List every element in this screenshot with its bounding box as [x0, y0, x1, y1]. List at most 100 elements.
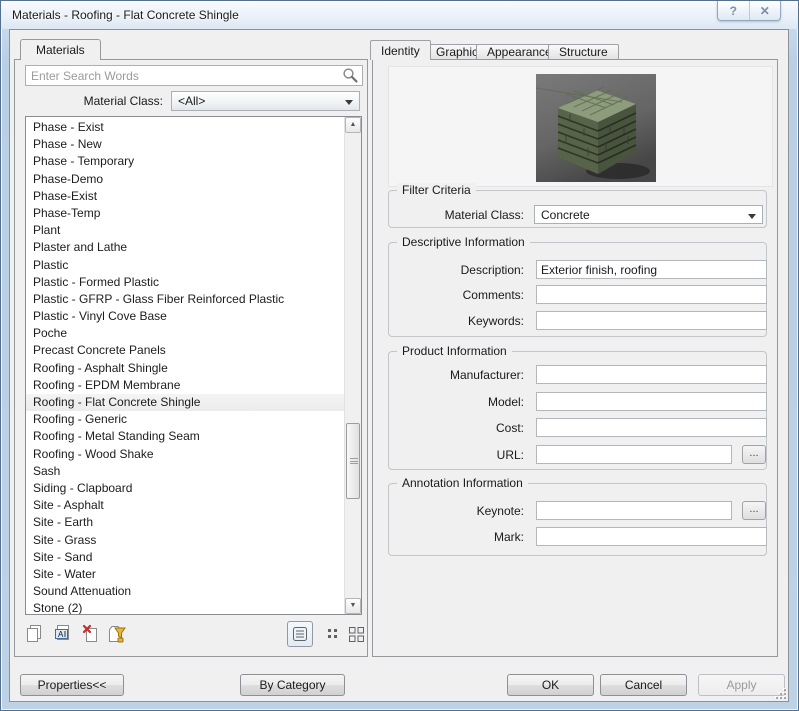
large-icons-icon: [348, 626, 364, 642]
list-item[interactable]: Phase - Temporary: [26, 153, 344, 170]
material-class-value: <All>: [178, 94, 206, 108]
svg-text:A: A: [58, 630, 64, 639]
material-class-select[interactable]: Concrete: [534, 205, 763, 224]
list-scrollbar[interactable]: ▲ ▼: [344, 117, 361, 614]
scrollbar-thumb[interactable]: [346, 423, 360, 499]
list-item[interactable]: Phase - Exist: [26, 119, 344, 136]
ok-button[interactable]: OK: [507, 674, 594, 696]
tab-structure[interactable]: Structure: [548, 44, 619, 60]
search-box: [25, 65, 363, 86]
list-item[interactable]: Sash: [26, 463, 344, 480]
list-item[interactable]: Site - Sand: [26, 549, 344, 566]
search-input[interactable]: [25, 65, 363, 86]
tab-materials[interactable]: Materials: [20, 39, 101, 60]
keywords-field[interactable]: [536, 311, 767, 330]
list-item[interactable]: Roofing - Metal Standing Seam: [26, 428, 344, 445]
list-item[interactable]: Plastic - Vinyl Cove Base: [26, 308, 344, 325]
list-item[interactable]: Site - Asphalt: [26, 497, 344, 514]
list-item[interactable]: Site - Grass: [26, 532, 344, 549]
filter-criteria-group: Filter Criteria Material Class: Concrete: [388, 183, 767, 228]
keynote-label: Keynote:: [476, 504, 524, 518]
list-item[interactable]: Roofing - Generic: [26, 411, 344, 428]
descriptive-information-title: Descriptive Information: [397, 235, 530, 249]
materials-list-box: Phase - Exist Phase - New Phase - Temporar…: [25, 116, 362, 615]
list-item[interactable]: Phase - New: [26, 136, 344, 153]
keynote-browse-button[interactable]: ...: [742, 501, 766, 520]
purge-icon[interactable]: [107, 623, 127, 645]
list-item[interactable]: Plastic - GFRP - Glass Fiber Reinforced …: [26, 291, 344, 308]
mark-label: Mark:: [494, 530, 524, 544]
duplicate-icon[interactable]: [25, 623, 45, 645]
list-item[interactable]: Siding - Clapboard: [26, 480, 344, 497]
product-information-title: Product Information: [397, 344, 512, 358]
material-preview: [388, 66, 773, 187]
delete-icon[interactable]: [81, 623, 101, 645]
list-item[interactable]: Roofing - Asphalt Shingle: [26, 360, 344, 377]
material-class-dropdown[interactable]: <All>: [171, 91, 360, 111]
scroll-down-icon[interactable]: ▼: [345, 598, 361, 614]
keywords-label: Keywords:: [467, 314, 524, 328]
descriptive-information-group: Descriptive Information Description: Com…: [388, 235, 767, 337]
apply-button: Apply: [698, 674, 785, 696]
small-icons-icon: [328, 629, 337, 638]
materials-list: Phase - Exist Phase - New Phase - Temporar…: [26, 117, 344, 614]
url-label: URL:: [496, 448, 524, 462]
help-button[interactable]: ?: [718, 1, 749, 20]
list-item[interactable]: Poche: [26, 325, 344, 342]
manufacturer-label: Manufacturer:: [449, 368, 524, 382]
materials-dialog: Materials - Roofing - Flat Concrete Shin…: [0, 0, 799, 711]
caption-buttons: ? ✕: [717, 1, 781, 21]
titlebar[interactable]: Materials - Roofing - Flat Concrete Shin…: [1, 1, 798, 29]
list-item[interactable]: Phase-Exist: [26, 188, 344, 205]
close-button[interactable]: ✕: [748, 1, 781, 20]
list-item[interactable]: Phase-Demo: [26, 171, 344, 188]
product-information-group: Product Information Manufacturer: Model:…: [388, 344, 767, 470]
description-label: Description:: [460, 263, 524, 277]
thumb-grip: [350, 458, 358, 464]
list-item[interactable]: Site - Water: [26, 566, 344, 583]
cost-field[interactable]: [536, 418, 767, 437]
chevron-down-icon: [345, 100, 353, 105]
rename-icon[interactable]: A: [53, 623, 73, 645]
tab-identity[interactable]: Identity: [370, 40, 431, 60]
list-item[interactable]: Roofing - Wood Shake: [26, 446, 344, 463]
material-class-label: Material Class:: [83, 94, 163, 108]
by-category-button[interactable]: By Category: [240, 674, 345, 696]
material-class-selected: Concrete: [541, 208, 590, 222]
window-title: Materials - Roofing - Flat Concrete Shin…: [12, 8, 239, 22]
scroll-up-icon[interactable]: ▲: [345, 117, 361, 133]
search-icon: [343, 68, 358, 83]
properties-button[interactable]: Properties<<: [20, 674, 124, 696]
chevron-down-icon: [748, 214, 756, 219]
list-item[interactable]: Precast Concrete Panels: [26, 342, 344, 359]
list-item[interactable]: Roofing - EPDM Membrane: [26, 377, 344, 394]
list-item[interactable]: Roofing - Flat Concrete Shingle: [26, 394, 344, 412]
list-item[interactable]: Plastic: [26, 257, 344, 274]
material-class-field-label: Material Class:: [444, 208, 524, 222]
manufacturer-field[interactable]: [536, 365, 767, 384]
mark-field[interactable]: [536, 527, 767, 546]
material-preview-image: [536, 74, 656, 182]
comments-field[interactable]: [536, 285, 767, 304]
list-item[interactable]: Plant: [26, 222, 344, 239]
list-item[interactable]: Phase-Temp: [26, 205, 344, 222]
description-field[interactable]: [536, 260, 767, 279]
model-field[interactable]: [536, 392, 767, 411]
keynote-field[interactable]: [536, 501, 732, 520]
list-item[interactable]: Plaster and Lathe: [26, 239, 344, 256]
cancel-button[interactable]: Cancel: [600, 674, 687, 696]
list-view-button[interactable]: [287, 621, 313, 647]
list-item[interactable]: Site - Earth: [26, 514, 344, 531]
identity-panel: Filter Criteria Material Class: Concrete…: [372, 59, 778, 657]
url-field[interactable]: [536, 445, 732, 464]
model-label: Model:: [487, 395, 524, 409]
list-item[interactable]: Sound Attenuation: [26, 583, 344, 600]
annotation-information-group: Annotation Information Keynote: ... Mark…: [388, 476, 767, 556]
list-item[interactable]: Plastic - Formed Plastic: [26, 274, 344, 291]
resize-grip[interactable]: [774, 687, 786, 699]
material-class-row: Material Class: <All>: [15, 91, 367, 111]
list-view-icon: [293, 627, 307, 641]
list-item[interactable]: Stone (2): [26, 600, 344, 614]
url-browse-button[interactable]: ...: [742, 445, 766, 464]
large-icons-view-button[interactable]: [343, 621, 369, 647]
